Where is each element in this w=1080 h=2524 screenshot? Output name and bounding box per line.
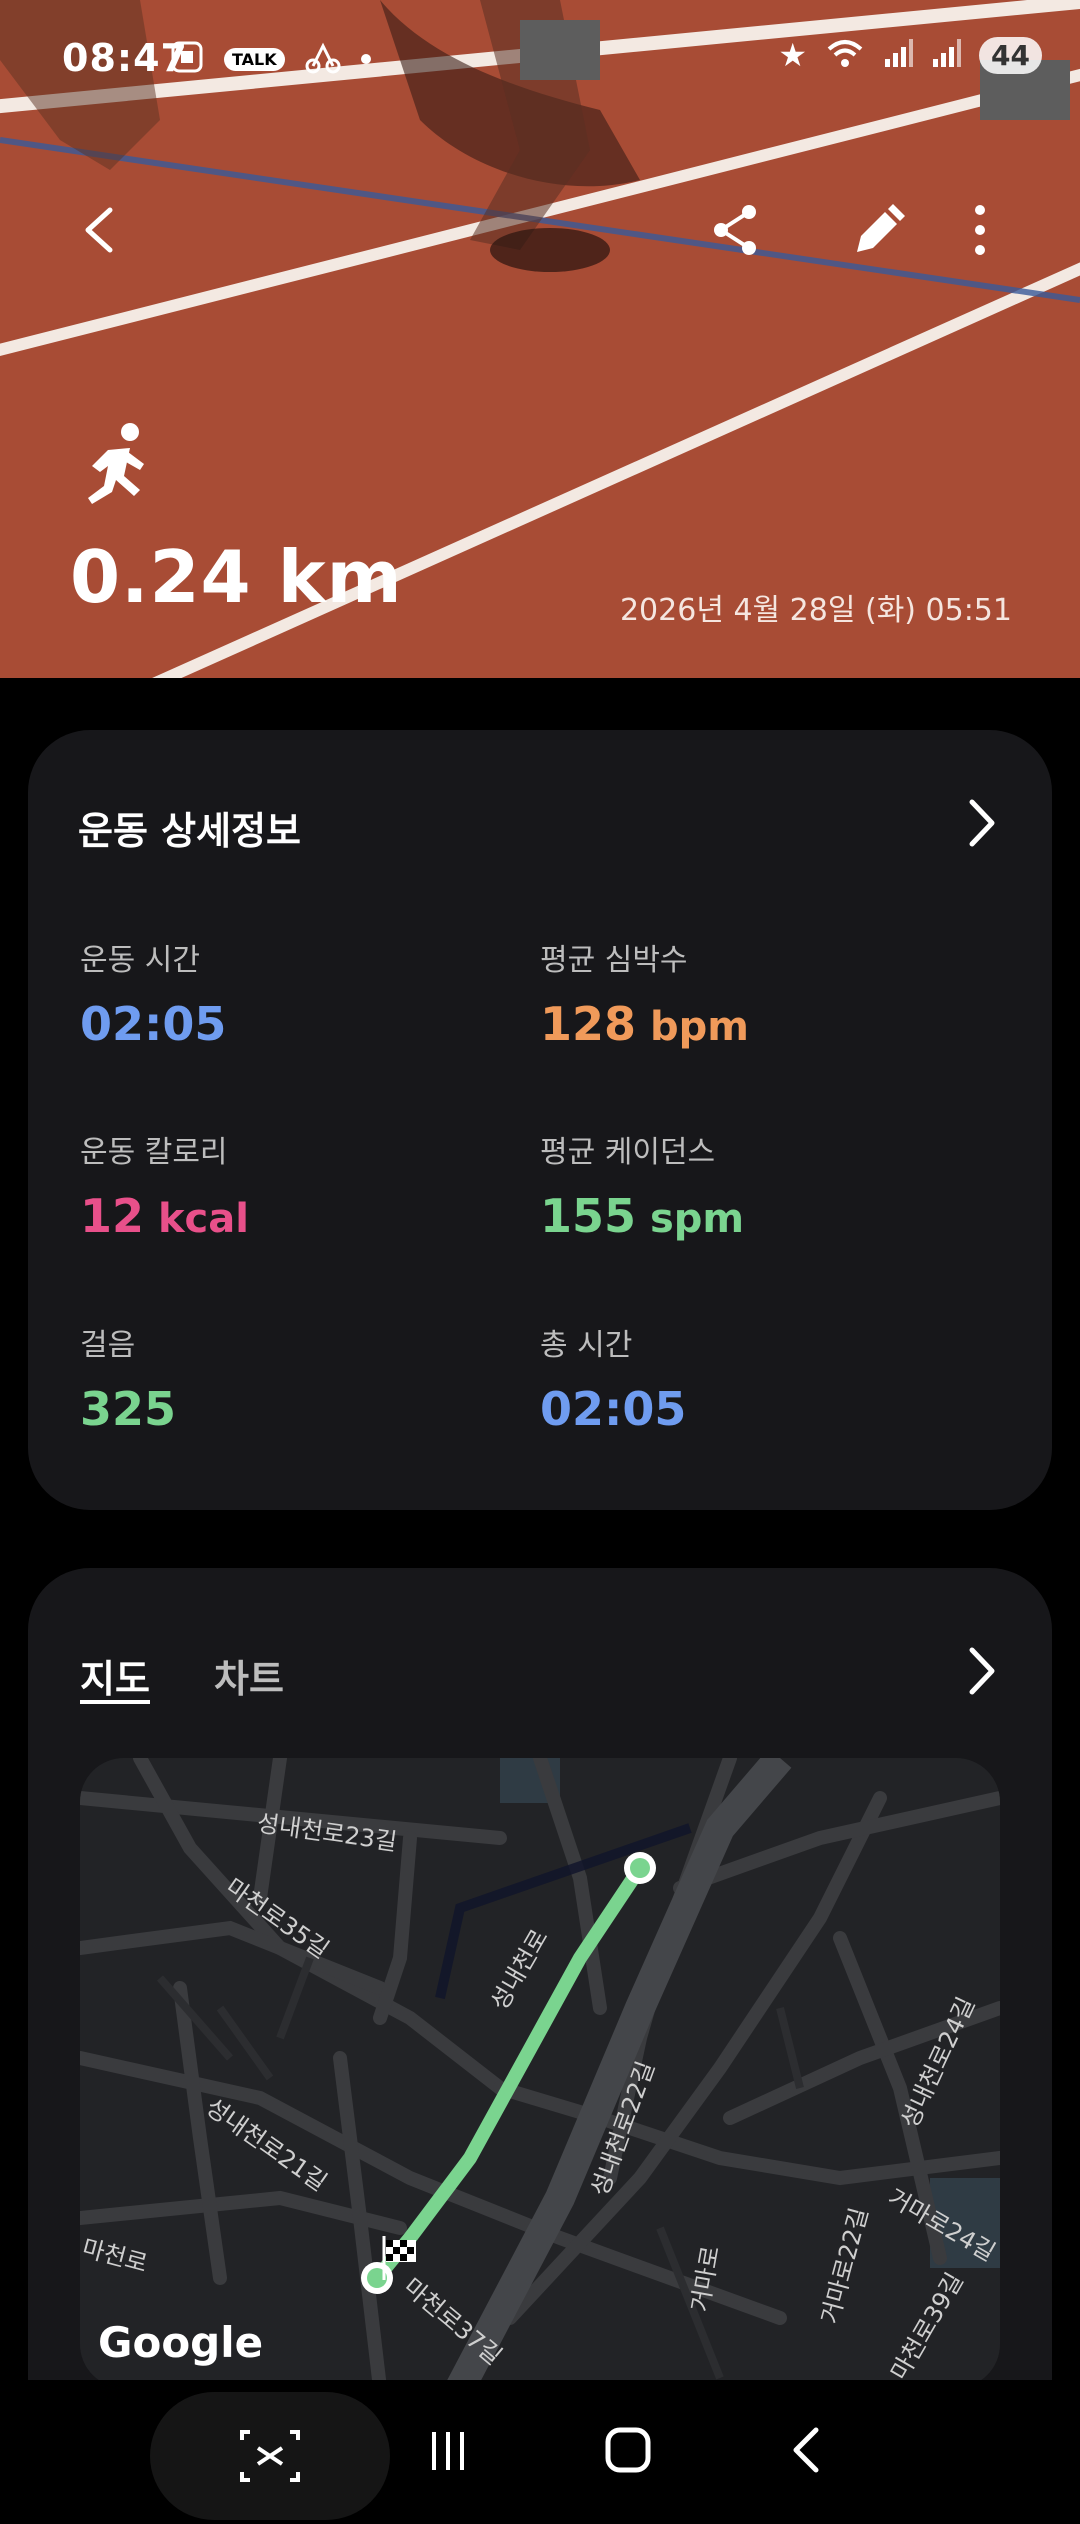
- signal-icon: [883, 37, 914, 73]
- map-card: 지도 차트 성내천로23길 마천로35길 성내천로 성내천로21길 성내천로22…: [28, 1568, 1052, 2498]
- details-title: 운동 상세정보: [78, 809, 301, 853]
- workout-date: 2026년 4월 28일 (화) 05:51: [619, 593, 1012, 628]
- share-button[interactable]: [705, 190, 765, 270]
- wifi-icon: [825, 37, 865, 73]
- chevron-right-icon: [969, 1647, 995, 1695]
- status-bar: 08:47 TALK ★ 44: [0, 30, 1080, 90]
- chevron-right-icon: [969, 799, 995, 847]
- tab-chart[interactable]: 차트: [214, 1648, 284, 1703]
- home-icon: [605, 2427, 651, 2473]
- back-button[interactable]: [70, 190, 130, 270]
- metric-exercise-time: 운동 시간 02:05: [80, 943, 227, 1051]
- pencil-icon: [857, 204, 905, 252]
- screen-capture-button[interactable]: [150, 2392, 390, 2520]
- running-icon: [78, 420, 158, 510]
- back-icon: [793, 2427, 819, 2473]
- more-options-button[interactable]: [955, 190, 1005, 270]
- metric-total-time: 총 시간 02:05: [540, 1328, 687, 1436]
- more-vertical-icon: [975, 205, 985, 255]
- metric-avg-cadence: 평균 케이던스 155 spm: [540, 1135, 745, 1243]
- hero-banner: 08:47 TALK ★ 44 0.24 km 2026년 4월 28일 (화)…: [0, 0, 1080, 678]
- workout-details-card[interactable]: 운동 상세정보 운동 시간 02:05 평균 심박수 128 bpm 운동 칼로…: [28, 730, 1052, 1510]
- battery-icon: 44: [979, 36, 1042, 74]
- signal-icon: [931, 37, 962, 73]
- distance-value: 0.24 km: [70, 535, 403, 619]
- google-logo: Google: [98, 2318, 264, 2367]
- system-back-button[interactable]: [778, 2420, 838, 2480]
- recent-apps-icon: [432, 2432, 464, 2470]
- screenshot-icon: [170, 40, 204, 78]
- route-map[interactable]: 성내천로23길 마천로35길 성내천로 성내천로21길 성내천로22길 마천로 …: [80, 1758, 1000, 2388]
- metric-steps: 걸음 325: [80, 1328, 177, 1436]
- metric-calories: 운동 칼로리 12 kcal: [80, 1135, 249, 1243]
- selected-tab-indicator: [80, 1700, 150, 1704]
- edit-button[interactable]: [845, 190, 905, 270]
- tab-map[interactable]: 지도: [80, 1648, 150, 1703]
- details-more-button[interactable]: [950, 788, 1010, 858]
- metric-avg-heart-rate: 평균 심박수 128 bpm: [540, 943, 749, 1051]
- share-icon: [714, 205, 756, 255]
- screen-capture-icon: [240, 2430, 300, 2482]
- star-icon: ★: [778, 36, 808, 74]
- map-more-button[interactable]: [950, 1636, 1010, 1706]
- delivery-icon: [305, 40, 341, 78]
- dot-icon: [360, 54, 371, 64]
- home-button[interactable]: [598, 2420, 658, 2480]
- navigation-bar: [0, 2380, 1080, 2520]
- map-canvas: [80, 1758, 1000, 2388]
- recent-apps-button[interactable]: [418, 2420, 478, 2480]
- kakaotalk-icon: TALK: [224, 47, 285, 71]
